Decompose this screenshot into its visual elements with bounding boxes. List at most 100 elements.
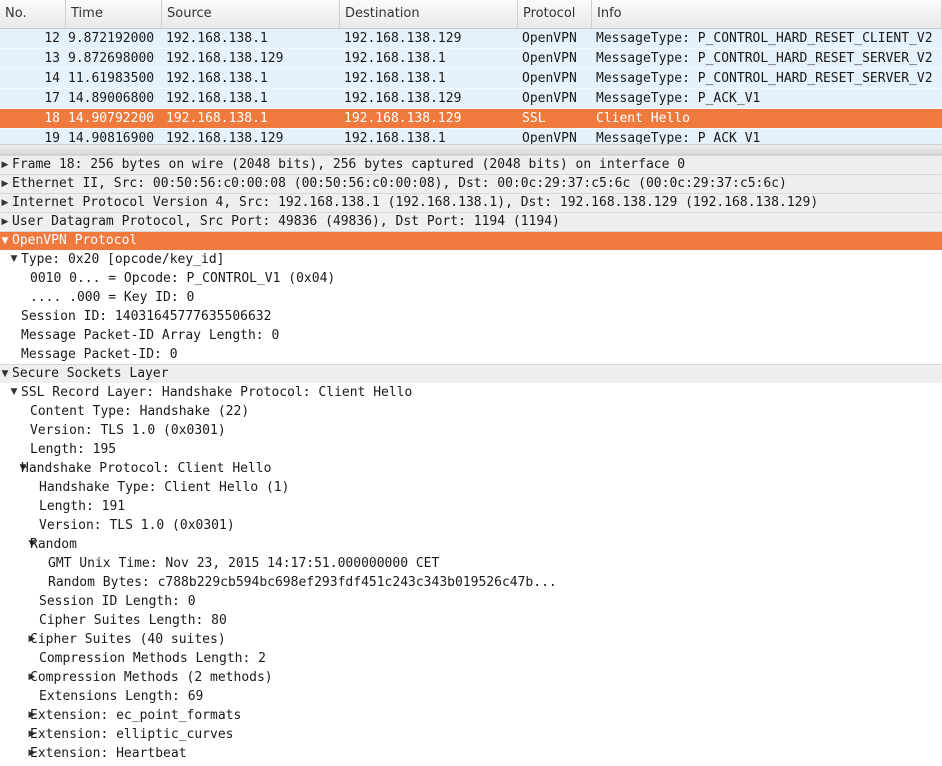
expanded-arrow-icon[interactable]: ▼ xyxy=(0,232,10,250)
packet-source: 192.168.138.1 xyxy=(166,31,268,46)
tree-item[interactable]: ▶ User Datagram Protocol, Src Port: 49836… xyxy=(0,212,942,231)
packet-row[interactable]: 17 14.89006800 192.168.138.1 192.168.138.12… xyxy=(0,89,942,109)
tree-item[interactable]: ▶ Cipher Suites (40 suites) xyxy=(0,630,942,649)
tree-item-label: Session ID: 14031645777635506632 xyxy=(21,309,272,324)
tree-item[interactable]: Length: 191 xyxy=(0,497,942,516)
tree-item[interactable]: .... .000 = Key ID: 0 xyxy=(0,288,942,307)
tree-item[interactable]: Message Packet-ID: 0 xyxy=(0,345,942,364)
tree-item[interactable]: ▶ Internet Protocol Version 4, Src: 192.1… xyxy=(0,193,942,212)
packet-destination: 192.168.138.129 xyxy=(344,111,462,126)
packet-number: 14 xyxy=(44,71,60,86)
tree-item[interactable]: Version: TLS 1.0 (0x0301) xyxy=(0,421,942,440)
tree-item[interactable]: Cipher Suites Length: 80 xyxy=(0,611,942,630)
tree-item-label: Extension: ec_point_formats xyxy=(30,708,242,723)
packet-protocol: OpenVPN xyxy=(522,71,577,86)
tree-item-label: Frame 18: 256 bytes on wire (2048 bits),… xyxy=(12,157,686,172)
packet-protocol: OpenVPN xyxy=(522,31,577,46)
packet-source: 192.168.138.129 xyxy=(166,51,284,66)
tree-item-label: Extension: Heartbeat xyxy=(30,746,187,761)
packet-row[interactable]: 14 11.61983500 192.168.138.1 192.168.138.1 O… xyxy=(0,69,942,89)
tree-item[interactable]: Compression Methods Length: 2 xyxy=(0,649,942,668)
column-header-protocol[interactable]: Protocol xyxy=(518,0,592,28)
tree-item-label: Message Packet-ID: 0 xyxy=(21,347,178,362)
tree-item-label: Internet Protocol Version 4, Src: 192.16… xyxy=(12,195,819,210)
tree-item-label: Message Packet-ID Array Length: 0 xyxy=(21,328,280,343)
packet-info: Client Hello xyxy=(596,111,690,126)
tree-item-label: User Datagram Protocol, Src Port: 49836 … xyxy=(12,214,560,229)
packet-number: 12 xyxy=(44,31,60,46)
tree-item[interactable]: ▼ Type: 0x20 [opcode/key_id] xyxy=(0,250,942,269)
expanded-arrow-icon[interactable]: ▼ xyxy=(0,365,10,383)
tree-item[interactable]: ▶ Ethernet II, Src: 00:50:56:c0:00:08 (00… xyxy=(0,174,942,193)
collapsed-arrow-icon[interactable]: ▶ xyxy=(0,194,10,212)
tree-item[interactable]: Content Type: Handshake (22) xyxy=(0,402,942,421)
column-header-destination[interactable]: Destination xyxy=(340,0,518,28)
packet-details-tree: ▶ Frame 18: 256 bytes on wire (2048 bits)… xyxy=(0,155,942,763)
tree-item-label: GMT Unix Time: Nov 23, 2015 14:17:51.000… xyxy=(48,556,440,571)
column-header-time[interactable]: Time xyxy=(66,0,162,28)
tree-item[interactable]: ▼ Handshake Protocol: Client Hello xyxy=(0,459,942,478)
tree-item-label: Random Bytes: c788b229cb594bc698ef293fdf… xyxy=(48,575,557,590)
tree-item-label: Ethernet II, Src: 00:50:56:c0:00:08 (00:… xyxy=(12,176,787,191)
expanded-arrow-icon[interactable]: ▼ xyxy=(9,383,19,402)
packet-number: 13 xyxy=(44,51,60,66)
packet-info: MessageType: P_CONTROL_HARD_RESET_SERVER… xyxy=(596,51,933,66)
tree-item-label: Cipher Suites Length: 80 xyxy=(39,613,227,628)
packet-rows: 12 9.872192000 192.168.138.1 192.168.138.12… xyxy=(0,29,942,149)
packet-destination: 192.168.138.129 xyxy=(344,31,462,46)
tree-item[interactable]: Session ID Length: 0 xyxy=(0,592,942,611)
packet-destination: 192.168.138.129 xyxy=(344,91,462,106)
tree-item[interactable]: Message Packet-ID Array Length: 0 xyxy=(0,326,942,345)
packet-row[interactable]: 18 14.90792200 192.168.138.1 192.168.138.12… xyxy=(0,109,942,129)
tree-item[interactable]: Version: TLS 1.0 (0x0301) xyxy=(0,516,942,535)
tree-item-label: Type: 0x20 [opcode/key_id] xyxy=(21,252,225,267)
tree-item[interactable]: ▼ OpenVPN Protocol xyxy=(0,231,942,250)
packet-source: 192.168.138.1 xyxy=(166,71,268,86)
packet-row[interactable]: 12 9.872192000 192.168.138.1 192.168.138.12… xyxy=(0,29,942,49)
tree-item-label: Length: 191 xyxy=(39,499,126,514)
tree-item-label: Compression Methods Length: 2 xyxy=(39,651,266,666)
tree-item[interactable]: 0010 0... = Opcode: P_CONTROL_V1 (0x04) xyxy=(0,269,942,288)
tree-item-label: Random xyxy=(30,537,77,552)
tree-item[interactable]: ▶ Extension: Heartbeat xyxy=(0,744,942,763)
tree-item[interactable]: ▶ Compression Methods (2 methods) xyxy=(0,668,942,687)
packet-info: MessageType: P_ACK_V1 xyxy=(596,91,761,106)
tree-item[interactable]: ▶ Extension: elliptic_curves xyxy=(0,725,942,744)
packet-destination: 192.168.138.1 xyxy=(344,51,446,66)
packet-time: 9.872698000 xyxy=(68,51,155,66)
tree-item-label: Cipher Suites (40 suites) xyxy=(30,632,226,647)
packet-source: 192.168.138.1 xyxy=(166,111,268,126)
tree-item[interactable]: Session ID: 14031645777635506632 xyxy=(0,307,942,326)
pane-splitter[interactable] xyxy=(0,144,942,155)
tree-item[interactable]: ▶ Frame 18: 256 bytes on wire (2048 bits)… xyxy=(0,155,942,174)
collapsed-arrow-icon[interactable]: ▶ xyxy=(0,175,10,193)
packet-row[interactable]: 13 9.872698000 192.168.138.129 192.168.138.… xyxy=(0,49,942,69)
tree-item-label: Handshake Type: Client Hello (1) xyxy=(39,480,290,495)
packet-protocol: SSL xyxy=(522,111,546,126)
tree-item[interactable]: GMT Unix Time: Nov 23, 2015 14:17:51.000… xyxy=(0,554,942,573)
tree-item[interactable]: Length: 195 xyxy=(0,440,942,459)
packet-source: 192.168.138.1 xyxy=(166,91,268,106)
tree-item[interactable]: ▼ Secure Sockets Layer xyxy=(0,364,942,383)
tree-item[interactable]: Random Bytes: c788b229cb594bc698ef293fdf… xyxy=(0,573,942,592)
tree-item-label: Version: TLS 1.0 (0x0301) xyxy=(30,423,226,438)
tree-item-label: Extensions Length: 69 xyxy=(39,689,204,704)
packet-number: 18 xyxy=(44,111,60,126)
tree-item-label: SSL Record Layer: Handshake Protocol: Cl… xyxy=(21,385,413,400)
collapsed-arrow-icon[interactable]: ▶ xyxy=(0,156,10,174)
column-header-info[interactable]: Info xyxy=(592,0,942,28)
tree-item[interactable]: ▶ Extension: ec_point_formats xyxy=(0,706,942,725)
packet-time: 14.90792200 xyxy=(68,111,155,126)
tree-item[interactable]: Handshake Type: Client Hello (1) xyxy=(0,478,942,497)
tree-item-label: 0010 0... = Opcode: P_CONTROL_V1 (0x04) xyxy=(30,271,336,286)
collapsed-arrow-icon[interactable]: ▶ xyxy=(0,213,10,231)
tree-item[interactable]: ▼ Random xyxy=(0,535,942,554)
tree-item-label: Content Type: Handshake (22) xyxy=(30,404,250,419)
tree-item[interactable]: ▼ SSL Record Layer: Handshake Protocol: C… xyxy=(0,383,942,402)
column-header-no[interactable]: No. xyxy=(0,0,66,28)
column-header-source[interactable]: Source xyxy=(162,0,340,28)
tree-item[interactable]: Extensions Length: 69 xyxy=(0,687,942,706)
packet-time: 9.872192000 xyxy=(68,31,155,46)
expanded-arrow-icon[interactable]: ▼ xyxy=(9,250,19,269)
tree-item-label: OpenVPN Protocol xyxy=(12,233,138,248)
